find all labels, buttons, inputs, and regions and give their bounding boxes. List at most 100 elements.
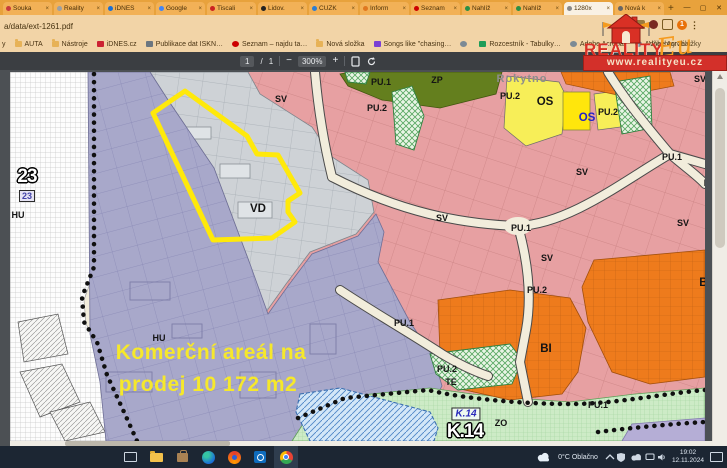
taskbar-tray: 0°C Oblačno 19:02 12.11.2024 <box>536 449 727 465</box>
tab-inform[interactable]: Inform× <box>360 2 409 15</box>
chrome-icon <box>280 451 293 464</box>
bookmark-item[interactable]: y <box>2 41 6 48</box>
file-explorer-button[interactable] <box>144 446 168 468</box>
tab-nahlizeni-1[interactable]: Nahlíž× <box>462 2 511 15</box>
chrome-button[interactable] <box>274 446 298 468</box>
tab-favicon-icon <box>108 6 113 11</box>
bookmark-folder-nastroje[interactable]: Nástroje <box>52 41 88 48</box>
chevron-up-icon <box>606 455 614 459</box>
tab-favicon-icon <box>618 6 623 11</box>
tab-close-icon[interactable]: × <box>96 6 100 12</box>
zone-label: PU <box>704 178 705 188</box>
zoom-in-button[interactable]: + <box>332 56 338 66</box>
zone-label-zp: ZP <box>431 75 443 85</box>
pdf-page-map[interactable]: ZP Rokytno PU.2 OS OS PU.2 PU.1 PU SV SV… <box>10 72 705 441</box>
tab-tiscali[interactable]: Tiscali× <box>207 2 256 15</box>
tab-favicon-icon <box>6 6 11 11</box>
tab-close-icon[interactable]: × <box>453 6 457 12</box>
taskbar-clock[interactable]: 19:02 12.11.2024 <box>672 449 704 465</box>
maximize-button[interactable]: ▢ <box>695 4 711 12</box>
bookmark-rozcestnik[interactable]: Rozcestník - Tabulky… <box>479 41 560 48</box>
globe-icon <box>460 41 467 47</box>
firefox-button[interactable] <box>222 446 246 468</box>
zone-label-sv: SV <box>677 218 689 228</box>
outlook-button[interactable] <box>248 446 272 468</box>
tab-favicon-icon <box>159 6 164 11</box>
tab-close-icon[interactable]: × <box>657 6 661 12</box>
tab-favicon-icon <box>465 6 470 11</box>
bookmark-folder-nova-slozka[interactable]: Nová složka <box>316 41 364 48</box>
area-code: K.14 <box>447 421 483 441</box>
tab-close-icon[interactable]: × <box>402 6 406 12</box>
tab-close-icon[interactable]: × <box>300 6 304 12</box>
page-total: 1 <box>269 57 273 66</box>
vertical-scrollbar[interactable] <box>712 70 727 446</box>
folder-icon <box>15 41 22 47</box>
tab-title: Lidov. <box>268 5 298 12</box>
url-text[interactable]: a/data/ext-1261.pdf <box>4 22 73 31</box>
bookmark-label: iDNES.cz <box>107 41 137 48</box>
tab-google[interactable]: Google× <box>156 2 205 15</box>
zoning-map <box>10 72 705 441</box>
zone-label-sv: SV <box>541 253 553 263</box>
task-view-button[interactable] <box>118 446 142 468</box>
vertical-scrollbar-thumb[interactable] <box>715 88 725 248</box>
scroll-up-icon[interactable] <box>717 74 723 79</box>
new-tab-button[interactable]: + <box>668 3 674 14</box>
browser-tab-strip: Souka× Reality× iDNES× Google× Tiscali× … <box>0 0 727 15</box>
bookmark-seznam[interactable]: Seznam – najdu ta… <box>232 41 307 48</box>
tab-reality[interactable]: Reality× <box>54 2 103 15</box>
tab-close-icon[interactable]: × <box>504 6 508 12</box>
minimize-button[interactable]: — <box>679 4 695 11</box>
area-number-box: 23 <box>19 190 35 202</box>
folder-icon <box>52 41 59 47</box>
folder-icon <box>316 41 323 47</box>
sheets-icon <box>479 41 486 47</box>
tab-seznam[interactable]: Seznam× <box>411 2 460 15</box>
window-controls: — ▢ ✕ <box>679 0 727 15</box>
tab-close-icon[interactable]: × <box>198 6 202 12</box>
edge-icon <box>202 451 215 464</box>
weather-temp[interactable]: 0°C Oblačno <box>558 454 598 461</box>
tab-cuzk[interactable]: ČÚZK× <box>309 2 358 15</box>
system-tray-icons[interactable] <box>604 451 666 463</box>
tab-nahlizeni-2[interactable]: Nahlíž× <box>513 2 562 15</box>
sale-annotation-line1: Komerční areál na <box>116 341 307 365</box>
bookmark-songs[interactable]: Songs like "chasing… <box>374 41 452 48</box>
store-button[interactable] <box>170 446 194 468</box>
zoom-out-button[interactable]: − <box>286 56 292 66</box>
edge-button[interactable] <box>196 446 220 468</box>
zone-label-bi: BI <box>699 277 705 289</box>
page-number-field[interactable]: 1 <box>240 56 254 67</box>
site-icon <box>374 41 381 47</box>
bookmark-publikace-iskn[interactable]: Publikace dat ISKN… <box>146 41 223 48</box>
bookmark-label: Nová složka <box>326 41 364 48</box>
tab-title: Nahlíž <box>523 5 553 12</box>
zone-label: PU.1 <box>662 152 682 162</box>
tab-close-icon[interactable]: × <box>249 6 253 12</box>
tab-title: Nová k <box>625 5 655 12</box>
tab-lidovky[interactable]: Lidov.× <box>258 2 307 15</box>
tab-souka[interactable]: Souka× <box>3 2 52 15</box>
tab-close-icon[interactable]: × <box>351 6 355 12</box>
outlook-icon <box>254 451 266 463</box>
tab-idnes[interactable]: iDNES× <box>105 2 154 15</box>
rotate-icon[interactable] <box>366 56 377 67</box>
fit-page-icon[interactable] <box>351 56 360 67</box>
zoom-level-field[interactable]: 300% <box>298 56 326 67</box>
bookmark-folder-auta[interactable]: AUTA <box>15 41 43 48</box>
weather-condition: Oblačno <box>572 454 598 461</box>
touch-keyboard-icon[interactable] <box>710 452 723 462</box>
bookmark-label: Rozcestník - Tabulky… <box>489 41 560 48</box>
tab-close-icon[interactable]: × <box>45 6 49 12</box>
tabs-container: Souka× Reality× iDNES× Google× Tiscali× … <box>0 2 666 15</box>
bookmark-idnes[interactable]: iDNES.cz <box>97 41 137 48</box>
tab-close-icon[interactable]: × <box>606 6 610 12</box>
page-separator: / <box>260 57 262 66</box>
close-button[interactable]: ✕ <box>711 4 727 12</box>
bookmark-globe-only[interactable] <box>460 41 470 47</box>
tab-close-icon[interactable]: × <box>147 6 151 12</box>
tab-favicon-icon <box>363 6 368 11</box>
zone-label: PU.2 <box>367 103 387 113</box>
tab-close-icon[interactable]: × <box>555 6 559 12</box>
